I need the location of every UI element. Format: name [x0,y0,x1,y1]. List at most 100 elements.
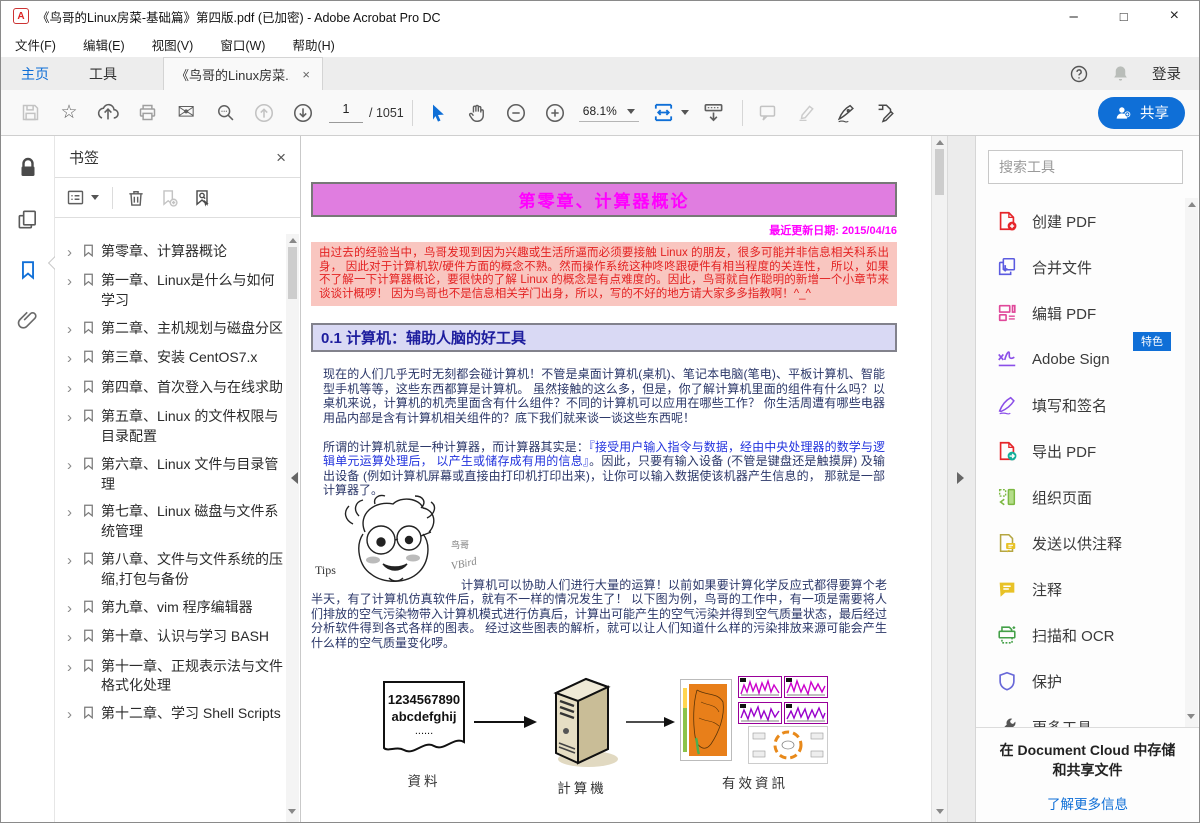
pdf-scrollbar[interactable] [931,136,947,822]
tool-fill-sign[interactable]: 填写和签名 [996,382,1185,428]
chevron-right-icon[interactable]: › [63,502,76,542]
menu-view[interactable]: 视图(V) [152,35,194,54]
bookmark-item-label[interactable]: 第七章、Linux 磁盘与文件系统管理 [101,502,284,542]
bookmark-item-label[interactable]: 第九章、vim 程序编辑器 [101,598,253,619]
bookmark-item[interactable]: › 第七章、Linux 磁盘与文件系统管理 [63,502,284,542]
tool-scan-ocr[interactable]: 扫描和 OCR [996,612,1185,658]
chevron-right-icon[interactable]: › [63,407,76,447]
search-tools-input[interactable]: 搜索工具 [988,150,1183,184]
bookmark-item-label[interactable]: 第八章、文件与文件系统的压缩,打包与备份 [101,550,284,590]
chevron-right-icon[interactable]: › [63,550,76,590]
bookmark-item[interactable]: › 第六章、Linux 文件与目录管理 [63,455,284,495]
tool-protect[interactable]: 保护 [996,658,1185,704]
search-icon[interactable] [210,98,240,128]
bookmark-item[interactable]: ›第五章、Linux 的文件权限与目录配置 [63,407,284,447]
scroll-down-icon[interactable] [936,809,944,814]
save-icon[interactable] [15,98,45,128]
scroll-up-icon[interactable] [1188,202,1196,207]
tool-comment[interactable]: 注释 [996,566,1185,612]
bookmark-item-label[interactable]: 第四章、首次登入与在线求助 [101,378,283,399]
menu-window[interactable]: 窗口(W) [220,35,265,54]
bookmark-item-label[interactable]: 第六章、Linux 文件与目录管理 [101,455,284,495]
expand-tools-panel-arrow[interactable] [957,472,964,484]
scrollbar-thumb[interactable] [935,149,944,195]
scrollbar-thumb[interactable] [288,247,297,299]
bookmark-item[interactable]: › 第十一章、正规表示法与文件格式化处理 [63,657,284,697]
bookmark-item-label[interactable]: 第十章、认识与学习 BASH [101,627,269,648]
bookmark-item-label[interactable]: 第二章、主机规划与磁盘分区 [101,319,283,340]
email-icon[interactable]: ✉ [171,98,201,128]
page-thumbnails-icon[interactable] [16,208,39,231]
print-icon[interactable] [132,98,162,128]
comment-tool-icon[interactable] [753,98,783,128]
bookmark-item[interactable]: › 第二章、主机规划与磁盘分区 [63,319,284,340]
security-lock-icon[interactable] [16,156,40,180]
tool-edit-pdf[interactable]: 编辑 PDF [996,290,1185,336]
cloud-upload-icon[interactable] [93,98,123,128]
hand-tool-icon[interactable] [462,98,492,128]
bookmark-options-icon[interactable] [65,187,99,208]
scroll-down-icon[interactable] [1187,714,1195,719]
chevron-right-icon[interactable]: › [63,627,76,648]
scroll-up-icon[interactable] [936,140,944,145]
zoom-level-select[interactable]: 68.1% [579,103,639,122]
notifications-bell-icon[interactable] [1111,64,1130,83]
learn-more-link[interactable]: 了解更多信息 [1047,793,1128,813]
chevron-right-icon[interactable]: › [63,378,76,399]
tab-tools[interactable]: 工具 [69,57,137,90]
page-fit-mode-icon[interactable] [649,98,679,128]
minimize-button[interactable]: – [1069,8,1077,25]
collapse-bookmarks-panel-arrow[interactable] [291,472,298,484]
close-button[interactable]: × [1170,7,1179,25]
zoom-in-icon[interactable] [540,98,570,128]
star-icon[interactable]: ☆ [54,98,84,128]
help-icon[interactable] [1069,64,1089,84]
more-tools-page-icon[interactable] [870,98,900,128]
menu-file[interactable]: 文件(F) [15,35,56,54]
tool-more-tools[interactable]: 更多工具 [996,704,1185,727]
find-bookmark-icon[interactable] [192,188,212,208]
tool-organize-pages[interactable]: 组织页面 [996,474,1185,520]
bookmark-item[interactable]: ›第十二章、学习 Shell Scripts [63,704,284,725]
bookmark-item-label[interactable]: 第三章、安装 CentOS7.x [101,348,257,369]
chevron-right-icon[interactable]: › [63,319,76,340]
previous-page-icon[interactable] [249,98,279,128]
bookmark-item-label[interactable]: 第一章、Linux是什么与如何学习 [101,271,284,311]
add-bookmark-icon[interactable] [159,188,179,208]
reading-mode-icon[interactable] [699,98,729,128]
tab-home[interactable]: 主页 [1,57,69,90]
tools-panel-scrollbar[interactable] [1185,198,1198,727]
tab-document[interactable]: 《鸟哥的Linux房菜... × [163,57,323,90]
chevron-right-icon[interactable]: › [63,455,76,495]
tab-close-icon[interactable]: × [302,67,310,82]
chevron-right-icon[interactable]: › [63,598,76,619]
bookmark-item-label[interactable]: 第十一章、正规表示法与文件格式化处理 [101,657,284,697]
select-tool-icon[interactable] [423,98,453,128]
bookmark-item[interactable]: › 第十章、认识与学习 BASH [63,627,284,648]
menu-edit[interactable]: 编辑(E) [83,35,125,54]
highlighter-icon[interactable] [792,98,822,128]
bookmark-item[interactable]: › 第四章、首次登入与在线求助 [63,378,284,399]
page-number-input[interactable]: 1 [329,102,363,123]
tool-send-for-comments[interactable]: 发送以供注释 [996,520,1185,566]
tool-export-pdf[interactable]: 导出 PDF [996,428,1185,474]
bookmarks-scrollbar[interactable] [286,234,299,822]
bookmark-item-label[interactable]: 第十二章、学习 Shell Scripts [101,704,281,725]
bookmark-item[interactable]: › 第九章、vim 程序编辑器 [63,598,284,619]
share-button[interactable]: 共享 [1098,97,1185,129]
scroll-up-icon[interactable] [289,238,297,243]
tool-combine-files[interactable]: 合并文件 [996,244,1185,290]
menu-help[interactable]: 帮助(H) [292,35,334,54]
chevron-right-icon[interactable]: › [63,657,76,697]
bookmark-item[interactable]: ›第零章、计算器概论 [63,242,284,263]
tool-create-pdf[interactable]: 创建 PDF [996,198,1185,244]
fill-sign-pen-icon[interactable] [831,98,861,128]
attachments-paperclip-icon[interactable] [16,309,39,332]
next-page-icon[interactable] [288,98,318,128]
bookmark-item[interactable]: › 第三章、安装 CentOS7.x [63,348,284,369]
bookmarks-close-icon[interactable]: × [276,148,286,168]
sign-in-link[interactable]: 登录 [1152,63,1181,84]
bookmark-item-label[interactable]: 第零章、计算器概论 [101,242,227,263]
chevron-right-icon[interactable]: › [63,348,76,369]
bookmark-item[interactable]: ›第一章、Linux是什么与如何学习 [63,271,284,311]
